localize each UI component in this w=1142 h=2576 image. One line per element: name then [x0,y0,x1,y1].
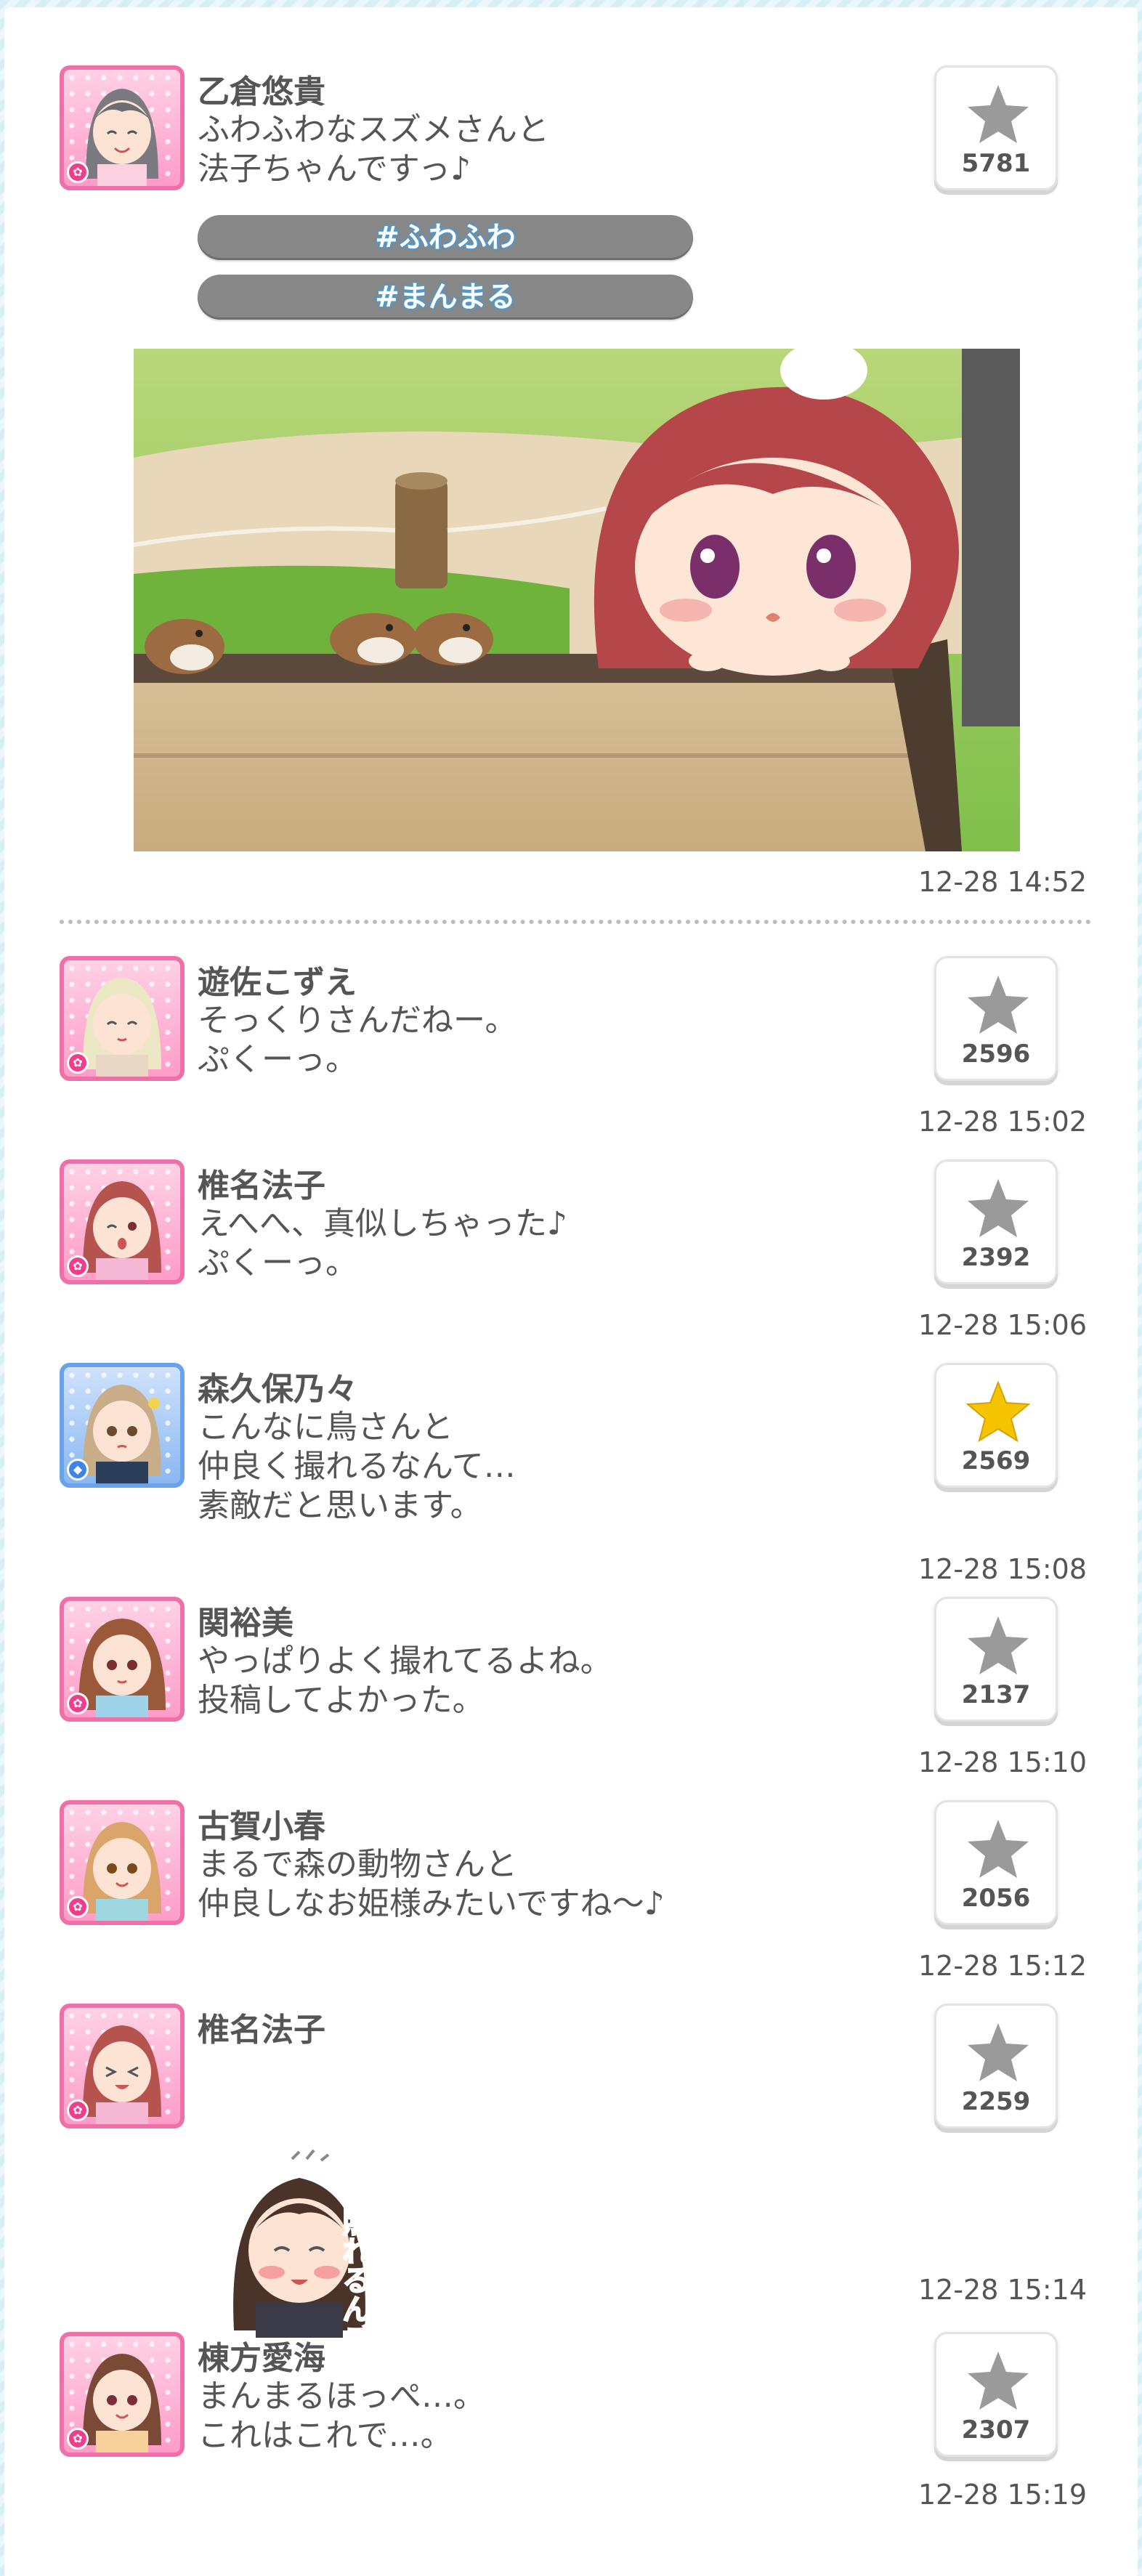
star-icon [968,1820,1029,1878]
sticker-image: 照れるんごー！ [205,2149,416,2411]
hashtag-button[interactable]: #まんまる [198,275,693,320]
reply-message: まるで森の動物さんと 仲良しなお姫様みたいですね～♪ [198,1846,665,1922]
author-name: 森久保乃々 [198,1371,357,1408]
reply-message: そっくりさんだねー。 ぷくーっ。 [198,1002,517,1078]
author-name: 関裕美 [198,1605,293,1642]
comment-panel: ✿ 乙倉悠貴 ふわふわなスズメさんと 法子ちゃんですっ♪ 5781 #ふわふわ … [4,7,1138,2576]
rank-badge-icon: ✿ [67,2428,89,2450]
reply-message: やっぱりよく撮れてるよね。 投稿してよかった。 [198,1643,612,1719]
like-count: 2137 [961,1680,1031,1709]
author-name: 乙倉悠貴 [198,73,325,110]
author-name: 椎名法子 [198,1167,325,1204]
rank-badge-icon: ✿ [67,2099,89,2121]
reply-time: 12-28 15:10 [918,1746,1087,1778]
star-filled-icon [966,1381,1030,1442]
rank-badge-icon: ✿ [67,161,89,183]
like-button[interactable]: 2307 [934,2332,1058,2457]
author-avatar[interactable]: ✿ [60,1800,185,1925]
star-icon [968,1616,1029,1674]
like-button[interactable]: 2392 [934,1159,1058,1284]
author-avatar[interactable]: ✿ [60,1597,185,1722]
author-name: 遊佐こずえ [198,964,357,1001]
author-avatar[interactable]: ✿ [60,65,185,190]
author-name: 椎名法子 [198,2012,325,2049]
reply-time: 12-28 15:12 [918,1950,1087,1982]
author-name: 古賀小春 [198,1808,325,1845]
like-count: 2056 [961,1884,1031,1913]
post-time: 12-28 14:52 [918,866,1087,898]
rank-badge-icon: ✿ [67,1896,89,1918]
post-photo[interactable] [134,349,1020,851]
rank-badge-icon: ✿ [67,1052,89,1074]
author-avatar[interactable]: ◆ [60,1363,185,1488]
like-button[interactable]: 2259 [934,2004,1058,2129]
reply-time: 12-28 15:06 [918,1309,1087,1341]
like-count: 2307 [961,2415,1031,2445]
like-button[interactable]: 5781 [934,65,1058,190]
reply-message: まんまるほっぺ…。 これはこれで…。 [198,2378,485,2454]
like-count: 2569 [961,1446,1031,1475]
hashtag-button[interactable]: #ふわふわ [198,215,693,260]
star-icon [968,2352,1029,2410]
star-icon [968,2023,1029,2081]
reply-time: 12-28 15:02 [918,1106,1087,1138]
sparrows-bench-photo [134,349,1020,851]
like-button[interactable]: 2596 [934,956,1058,1081]
like-count: 2259 [961,2087,1031,2116]
like-count: 2596 [961,1040,1031,1069]
reply-time: 12-28 15:14 [918,2274,1087,2306]
divider [60,920,1091,924]
like-button[interactable]: 2137 [934,1597,1058,1722]
star-icon [968,85,1029,143]
star-icon [968,1179,1029,1237]
like-button[interactable]: 2569 [934,1363,1058,1488]
author-avatar[interactable]: ✿ [60,2332,185,2457]
post-message: ふわふわなスズメさんと 法子ちゃんですっ♪ [198,111,549,187]
like-count: 2392 [961,1243,1031,1272]
rank-badge-icon: ✿ [67,1255,89,1277]
author-name: 棟方愛海 [198,2340,325,2377]
author-avatar[interactable]: ✿ [60,1159,185,1284]
sticker-caption: 照れるんごー！ [337,2207,371,2338]
reply-message: えへへ、真似しちゃった♪ ぷくーっ。 [198,1205,567,1281]
author-avatar[interactable]: ✿ [60,2004,185,2129]
star-icon [968,976,1029,1034]
reply-message: こんなに鳥さんと 仲良く撮れるなんて… 素敵だと思います。 [198,1409,516,1524]
author-avatar[interactable]: ✿ [60,956,185,1081]
like-count: 5781 [961,149,1031,178]
reply-time: 12-28 15:08 [918,1553,1087,1585]
blushing-girl-sticker-icon: 照れるんごー！ [233,2149,372,2411]
rank-badge-icon: ✿ [67,1693,89,1714]
reply-time: 12-28 15:19 [918,2479,1087,2511]
rank-badge-icon: ◆ [67,1459,89,1481]
like-button[interactable]: 2056 [934,1800,1058,1925]
